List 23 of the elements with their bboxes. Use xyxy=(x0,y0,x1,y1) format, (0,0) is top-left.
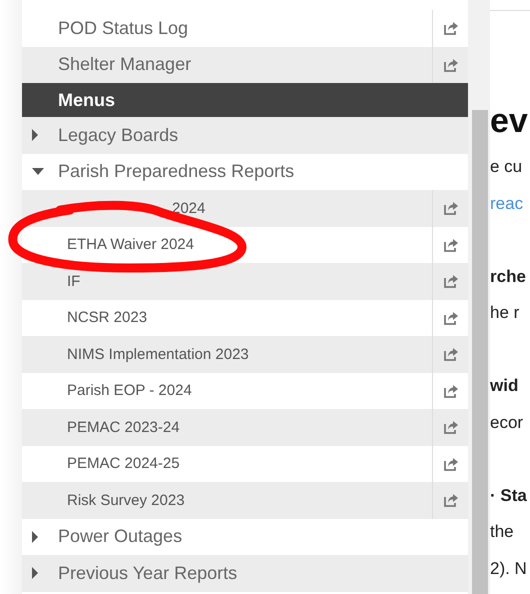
folder-item[interactable]: Power Outages xyxy=(22,526,468,548)
body-text: 2). N xyxy=(490,558,528,580)
caret-down-icon[interactable] xyxy=(32,168,44,176)
body-text: the xyxy=(490,521,515,543)
menu-link[interactable]: Parish EOP - 2024 xyxy=(22,382,432,400)
body-text: he r xyxy=(490,302,520,324)
body-text: rche xyxy=(490,266,527,288)
body-text: · Sta xyxy=(490,484,528,506)
caret-right-icon[interactable] xyxy=(32,530,39,543)
menu-link[interactable]: NCSR 2023 xyxy=(22,309,432,326)
menu-link[interactable]: ETHA Waiver 2024 xyxy=(22,236,432,254)
menu-link[interactable]: PEMAC 2024-25 xyxy=(22,455,432,472)
section-header: Menus xyxy=(57,90,116,110)
text-link[interactable]: reac xyxy=(490,186,530,222)
body-text: e cu xyxy=(490,156,524,178)
caret-right-icon[interactable] xyxy=(32,129,39,142)
body-text: wid xyxy=(490,375,520,397)
body-text: ecor xyxy=(490,412,524,434)
page-heading: ev xyxy=(490,101,529,142)
menu-link[interactable]: POD Status Log xyxy=(22,18,432,39)
scrollbar[interactable] xyxy=(468,0,490,594)
caret-right-icon[interactable] xyxy=(32,567,39,580)
folder-item[interactable]: Parish Preparedness Reports xyxy=(22,161,468,182)
